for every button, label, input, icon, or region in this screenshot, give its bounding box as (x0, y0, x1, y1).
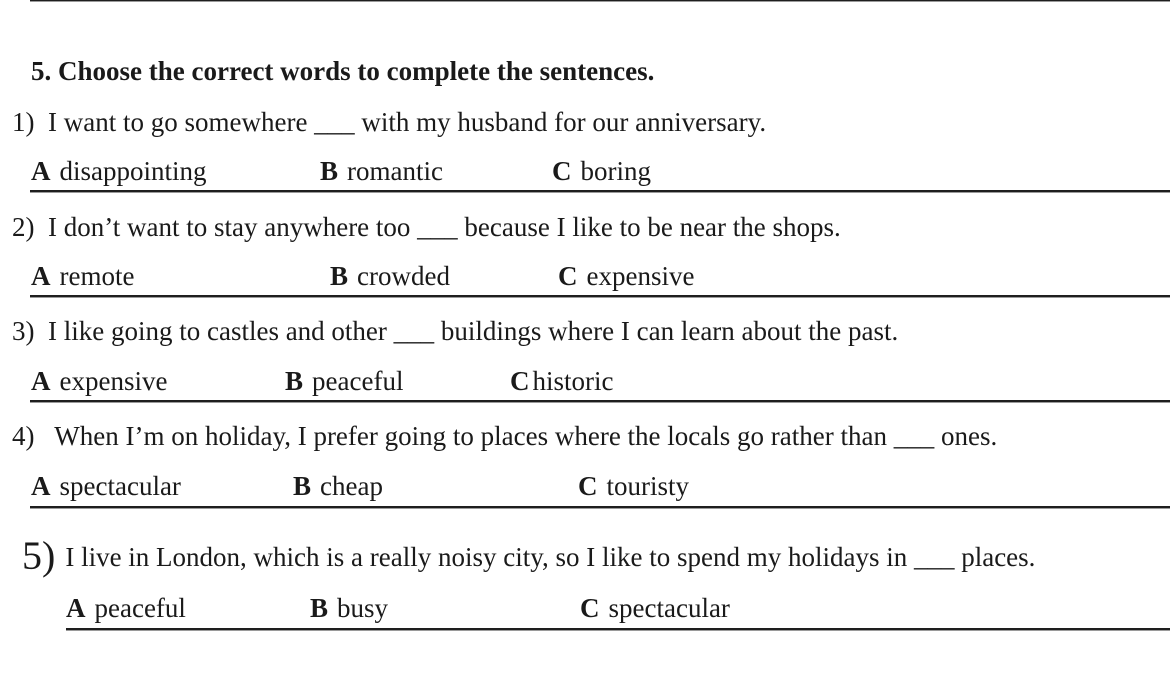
option-word: boring (580, 156, 652, 186)
option-c[interactable]: Cspectacular (580, 593, 730, 624)
question-number: 4) (12, 421, 35, 451)
option-letter: C (510, 366, 530, 396)
question-number: 3) (12, 316, 35, 346)
option-b[interactable]: Bcheap (293, 471, 383, 502)
option-word: touristy (606, 471, 690, 501)
exercise-title: 5. Choose the correct words to complete … (31, 56, 655, 86)
divider (30, 400, 1170, 402)
option-c[interactable]: Ctouristy (578, 471, 689, 502)
divider (30, 295, 1170, 297)
option-word: busy (337, 593, 389, 623)
question-4: 4) When I’m on holiday, I prefer going t… (12, 421, 997, 452)
option-word: romantic (347, 156, 443, 186)
question-text: I like going to castles and other ___ bu… (48, 316, 899, 346)
question-text: I don’t want to stay anywhere too ___ be… (48, 212, 841, 242)
option-letter: B (285, 366, 304, 396)
option-b[interactable]: Bcrowded (330, 261, 450, 292)
option-letter: C (580, 593, 600, 623)
question-3: 3) I like going to castles and other ___… (12, 316, 898, 347)
option-a[interactable]: Apeaceful (66, 593, 186, 624)
option-b[interactable]: Bbusy (310, 593, 388, 624)
option-a[interactable]: Aexpensive (31, 366, 167, 397)
option-c[interactable]: Cexpensive (558, 261, 694, 292)
option-c[interactable]: Chistoric (510, 366, 614, 397)
option-letter: C (552, 156, 572, 186)
option-letter: A (66, 593, 86, 623)
option-word: peaceful (312, 366, 404, 396)
option-word: cheap (320, 471, 383, 501)
question-number: 2) (12, 212, 35, 242)
question-number: 1) (12, 107, 35, 137)
option-word: spectacular (59, 471, 181, 501)
question-5: 5) I live in London, which is a really no… (22, 532, 1035, 579)
question-1: 1) I want to go somewhere ___ with my hu… (12, 107, 766, 138)
question-2: 2) I don’t want to stay anywhere too ___… (12, 212, 841, 243)
option-word: expensive (586, 261, 695, 291)
question-number: 5) (22, 533, 56, 578)
option-word: historic (532, 366, 614, 396)
option-letter: A (31, 156, 51, 186)
question-text: I live in London, which is a really nois… (65, 542, 1036, 572)
option-letter: C (558, 261, 578, 291)
option-letter: A (31, 261, 51, 291)
option-word: crowded (357, 261, 450, 291)
option-a[interactable]: Aremote (31, 261, 134, 292)
option-b[interactable]: Bpeaceful (285, 366, 403, 397)
divider (30, 190, 1170, 192)
option-letter: B (330, 261, 349, 291)
divider (66, 628, 1170, 630)
question-text: When I’m on holiday, I prefer going to p… (54, 421, 998, 451)
option-word: peaceful (94, 593, 186, 623)
option-word: remote (59, 261, 135, 291)
option-letter: A (31, 471, 51, 501)
option-letter: B (320, 156, 339, 186)
option-letter: C (578, 471, 598, 501)
option-letter: A (31, 366, 51, 396)
option-a[interactable]: Aspectacular (31, 471, 181, 502)
option-a[interactable]: Adisappointing (31, 156, 207, 187)
option-letter: B (293, 471, 312, 501)
option-word: expensive (59, 366, 168, 396)
option-c[interactable]: Cboring (552, 156, 651, 187)
option-letter: B (310, 593, 329, 623)
option-word: disappointing (59, 156, 207, 186)
option-word: spectacular (608, 593, 730, 623)
question-text: I want to go somewhere ___ with my husba… (48, 107, 767, 137)
divider (30, 506, 1170, 508)
top-divider (30, 0, 1170, 1)
option-b[interactable]: Bromantic (320, 156, 443, 187)
